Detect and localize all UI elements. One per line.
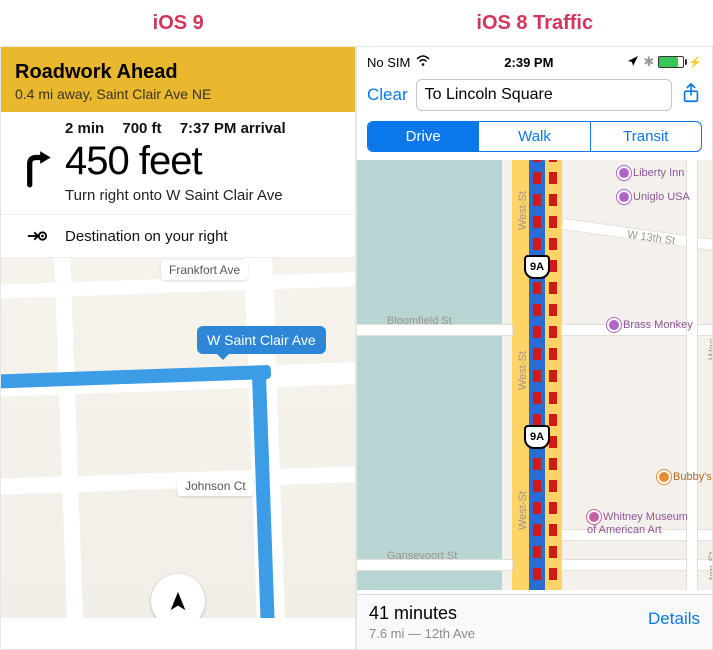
- banner-title: Roadwork Ahead: [15, 61, 341, 84]
- map-view-left[interactable]: Frankfort Ave W Saint Clair Ave Johnson …: [1, 258, 355, 618]
- search-field[interactable]: To Lincoln Square: [416, 79, 672, 111]
- destination-icon: [15, 225, 59, 247]
- label-gansevoort: Gansevoort St: [387, 550, 457, 562]
- ios9-pane: Roadwork Ahead 0.4 mi away, Saint Clair …: [0, 46, 356, 650]
- ios8-pane: No SIM 2:39 PM ✱ ⚡ Clear To Lincoln Squa…: [356, 46, 713, 650]
- turn-right-icon: [15, 147, 59, 194]
- poi-brass-monkey[interactable]: Brass Monkey: [607, 318, 693, 332]
- navigation-card: 2 min 700 ft 7:37 PM arrival 450 feet Tu…: [1, 112, 355, 215]
- locate-button[interactable]: [151, 574, 205, 618]
- heading-ios8-traffic: iOS 8 Traffic: [357, 12, 713, 35]
- nav-instruction: Turn right onto W Saint Clair Ave: [65, 187, 283, 204]
- highway-shield-9a-top: 9A: [524, 255, 550, 279]
- details-button[interactable]: Details: [648, 609, 700, 629]
- banner-subtitle: 0.4 mi away, Saint Clair Ave NE: [15, 86, 341, 102]
- location-arrow-icon: [627, 55, 639, 70]
- mode-segmented-control[interactable]: Drive Walk Transit: [367, 121, 702, 152]
- poi-uniglo[interactable]: Uniglo USA: [617, 190, 690, 204]
- label-west-st-2: West-St: [517, 351, 529, 390]
- charging-icon: ⚡: [688, 56, 702, 69]
- destination-row: Destination on your right: [1, 215, 355, 258]
- nav-big-distance: 450 feet: [65, 141, 283, 181]
- share-button[interactable]: [680, 82, 702, 109]
- status-carrier: No SIM: [367, 55, 410, 70]
- destination-text: Destination on your right: [65, 228, 228, 245]
- highway-shield-9a-bottom: 9A: [524, 425, 550, 449]
- bluetooth-icon: ✱: [643, 54, 654, 70]
- street-label-frankfort: Frankfort Ave: [161, 260, 248, 280]
- traffic-overlay-2: [549, 160, 557, 590]
- roadwork-banner: Roadwork Ahead 0.4 mi away, Saint Clair …: [1, 47, 355, 112]
- poi-liberty-inn[interactable]: Liberty Inn: [617, 166, 684, 180]
- segment-walk[interactable]: Walk: [478, 122, 589, 151]
- poi-whitney-museum[interactable]: Whitney Museum of American Art: [587, 510, 697, 536]
- route-eta: 41 minutes: [369, 603, 475, 624]
- nav-short-distance: 700 ft: [122, 120, 161, 137]
- label-bloomfield: Bloomfield St: [387, 315, 452, 327]
- segment-transit[interactable]: Transit: [590, 122, 701, 151]
- route-summary-bar: 41 minutes 7.6 mi — 12th Ave Details: [357, 594, 712, 649]
- label-wash: Was: [707, 338, 712, 360]
- label-ton-st: ton St: [707, 551, 712, 580]
- segment-drive[interactable]: Drive: [368, 122, 478, 151]
- traffic-overlay: [533, 160, 541, 590]
- wifi-icon: [416, 55, 430, 70]
- map-view-right[interactable]: 9A 9A West-St West-St West-St Was ton St…: [357, 160, 712, 590]
- status-bar: No SIM 2:39 PM ✱ ⚡: [357, 47, 712, 73]
- label-west-st-1: West-St: [517, 191, 529, 230]
- label-west-st-3: West-St: [517, 491, 529, 530]
- street-label-johnson: Johnson Ct: [177, 476, 254, 496]
- nav-eta: 7:37 PM arrival: [180, 120, 286, 137]
- heading-ios9: iOS 9: [0, 12, 357, 35]
- hudson-river: [357, 160, 502, 590]
- battery-icon: [658, 56, 684, 68]
- street-callout-saintclair[interactable]: W Saint Clair Ave: [197, 326, 326, 354]
- clear-button[interactable]: Clear: [367, 85, 408, 105]
- status-time: 2:39 PM: [504, 55, 553, 70]
- nav-time: 2 min: [65, 120, 104, 137]
- nav-meta: 2 min 700 ft 7:37 PM arrival: [15, 120, 341, 137]
- route-distance: 7.6 mi — 12th Ave: [369, 626, 475, 641]
- poi-bubbys[interactable]: Bubby's H: [657, 470, 712, 484]
- label-w13th: W 13th St: [626, 229, 675, 248]
